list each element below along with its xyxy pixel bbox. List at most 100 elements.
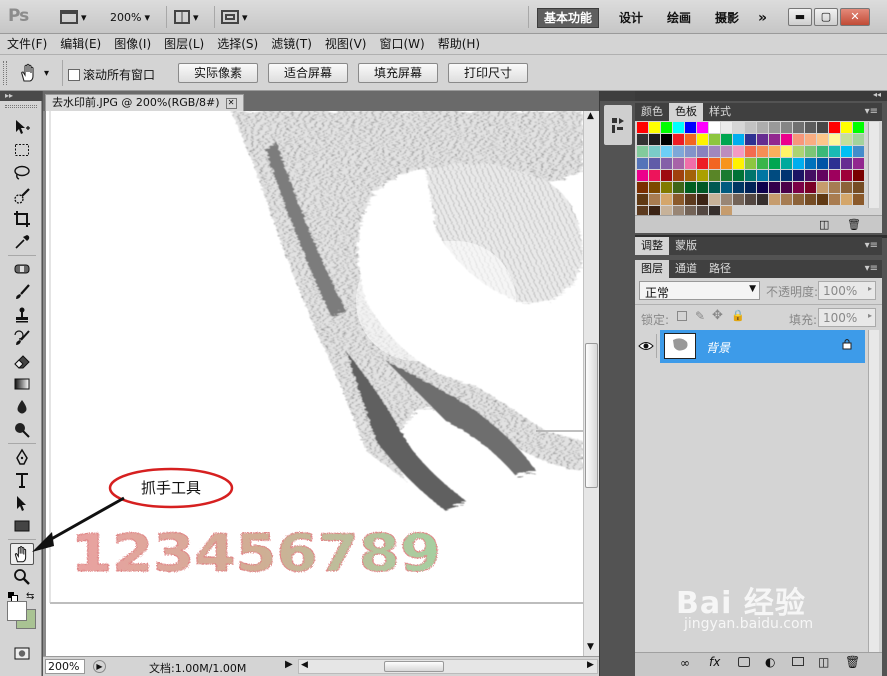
grip-handle[interactable] bbox=[3, 61, 7, 85]
layer-name[interactable]: 背景 bbox=[706, 339, 730, 356]
scroll-left-icon[interactable]: ◀ bbox=[301, 660, 308, 670]
color-swatch[interactable] bbox=[817, 134, 828, 145]
color-swatch[interactable] bbox=[829, 194, 840, 205]
color-swatch[interactable] bbox=[853, 158, 864, 169]
color-swatch[interactable] bbox=[661, 182, 672, 193]
layer-style-icon[interactable]: fx bbox=[709, 655, 720, 669]
lock-position-icon[interactable]: ✥ bbox=[712, 308, 723, 323]
color-swatch[interactable] bbox=[781, 194, 792, 205]
default-colors-icon[interactable] bbox=[8, 592, 18, 602]
color-swatch[interactable] bbox=[829, 146, 840, 157]
color-swatch[interactable] bbox=[745, 194, 756, 205]
color-swatch[interactable] bbox=[841, 146, 852, 157]
fill-screen-button[interactable]: 填充屏幕 bbox=[358, 63, 438, 83]
color-swatch[interactable] bbox=[649, 182, 660, 193]
color-swatch[interactable] bbox=[757, 194, 768, 205]
menu-help[interactable]: 帮助(H) bbox=[431, 34, 486, 54]
menu-edit[interactable]: 编辑(E) bbox=[53, 34, 107, 54]
color-swatch[interactable] bbox=[817, 122, 828, 133]
color-swatch[interactable] bbox=[817, 158, 828, 169]
color-swatch[interactable] bbox=[841, 194, 852, 205]
color-swatch[interactable] bbox=[733, 134, 744, 145]
layer-row[interactable]: 背景 bbox=[635, 330, 865, 363]
color-swatch[interactable] bbox=[685, 134, 696, 145]
color-swatch[interactable] bbox=[709, 158, 720, 169]
link-layers-icon[interactable]: ∞ bbox=[680, 656, 690, 670]
color-swatch[interactable] bbox=[685, 170, 696, 181]
tab-layers[interactable]: 图层 bbox=[635, 260, 669, 278]
color-swatch[interactable] bbox=[853, 134, 864, 145]
color-swatch[interactable] bbox=[721, 182, 732, 193]
menu-window[interactable]: 窗口(W) bbox=[372, 34, 430, 54]
scroll-all-windows-option[interactable]: 滚动所有窗口 bbox=[68, 66, 155, 83]
color-swatch[interactable] bbox=[853, 182, 864, 193]
color-swatch[interactable] bbox=[853, 122, 864, 133]
color-swatch[interactable] bbox=[685, 146, 696, 157]
color-swatch[interactable] bbox=[709, 194, 720, 205]
move-tool-icon[interactable] bbox=[11, 117, 33, 137]
color-swatch[interactable] bbox=[841, 134, 852, 145]
arrange-documents-button[interactable]: ▾ bbox=[174, 7, 199, 27]
eraser-tool-icon[interactable] bbox=[11, 351, 33, 371]
color-swatch[interactable] bbox=[745, 122, 756, 133]
color-swatch[interactable] bbox=[769, 170, 780, 181]
color-swatch[interactable] bbox=[649, 194, 660, 205]
color-swatch[interactable] bbox=[697, 182, 708, 193]
color-swatch[interactable] bbox=[745, 146, 756, 157]
color-swatch[interactable] bbox=[817, 146, 828, 157]
close-icon[interactable]: ✕ bbox=[840, 8, 870, 26]
color-swatch[interactable] bbox=[757, 122, 768, 133]
color-swatch[interactable] bbox=[805, 194, 816, 205]
swatches-scrollbar[interactable] bbox=[868, 122, 879, 208]
color-swatch[interactable] bbox=[649, 146, 660, 157]
panel-menu-icon[interactable]: ▾≡ bbox=[865, 260, 882, 278]
color-swatch[interactable] bbox=[697, 194, 708, 205]
color-swatch[interactable] bbox=[661, 134, 672, 145]
color-swatch[interactable] bbox=[673, 182, 684, 193]
opacity-field[interactable]: 100% ▸ bbox=[818, 281, 876, 300]
color-swatch[interactable] bbox=[805, 122, 816, 133]
color-swatch[interactable] bbox=[769, 134, 780, 145]
fit-screen-button[interactable]: 适合屏幕 bbox=[268, 63, 348, 83]
collapse-panels-icon[interactable]: ◂◂ bbox=[873, 90, 881, 99]
color-swatch[interactable] bbox=[793, 182, 804, 193]
print-size-button[interactable]: 打印尺寸 bbox=[448, 63, 528, 83]
document-tab[interactable]: 去水印前.JPG @ 200%(RGB/8#) ✕ bbox=[45, 94, 244, 111]
workspace-painting[interactable]: 绘画 bbox=[661, 8, 697, 28]
color-swatch[interactable] bbox=[685, 158, 696, 169]
color-swatch[interactable] bbox=[793, 170, 804, 181]
color-swatch[interactable] bbox=[793, 146, 804, 157]
color-swatch[interactable] bbox=[649, 158, 660, 169]
brush-tool-icon[interactable] bbox=[11, 282, 33, 302]
tab-channels[interactable]: 通道 bbox=[669, 260, 703, 278]
launch-bridge-button[interactable]: ▾ bbox=[60, 7, 87, 27]
color-swatch[interactable] bbox=[637, 182, 648, 193]
color-swatch[interactable] bbox=[733, 182, 744, 193]
zoom-tool-icon[interactable] bbox=[11, 567, 33, 587]
close-tab-icon[interactable]: ✕ bbox=[225, 98, 237, 109]
color-swatch[interactable] bbox=[841, 122, 852, 133]
color-swatch[interactable] bbox=[841, 182, 852, 193]
status-zoom-field[interactable]: 200% bbox=[45, 659, 85, 674]
color-swatch[interactable] bbox=[781, 158, 792, 169]
color-swatch[interactable] bbox=[721, 158, 732, 169]
color-swatch[interactable] bbox=[793, 158, 804, 169]
dodge-tool-icon[interactable] bbox=[11, 420, 33, 440]
color-swatch[interactable] bbox=[637, 146, 648, 157]
color-swatch[interactable] bbox=[733, 170, 744, 181]
grip-handle[interactable] bbox=[5, 105, 37, 108]
vertical-scrollbar[interactable]: ▲ ▼ bbox=[583, 111, 599, 656]
color-swatch[interactable] bbox=[673, 134, 684, 145]
tab-adjustments[interactable]: 调整 bbox=[635, 237, 669, 255]
color-swatch[interactable] bbox=[817, 182, 828, 193]
spot-healing-tool-icon[interactable] bbox=[11, 259, 33, 279]
horizontal-scrollbar[interactable]: ◀ ▶ bbox=[298, 659, 598, 674]
lock-transparency-icon[interactable] bbox=[677, 311, 687, 321]
color-swatch[interactable] bbox=[793, 194, 804, 205]
color-swatch[interactable] bbox=[781, 146, 792, 157]
color-swatch[interactable] bbox=[829, 182, 840, 193]
color-swatch[interactable] bbox=[733, 158, 744, 169]
status-preview-icon[interactable]: ▶ bbox=[93, 660, 106, 673]
menu-select[interactable]: 选择(S) bbox=[210, 34, 264, 54]
color-swatch[interactable] bbox=[721, 122, 732, 133]
